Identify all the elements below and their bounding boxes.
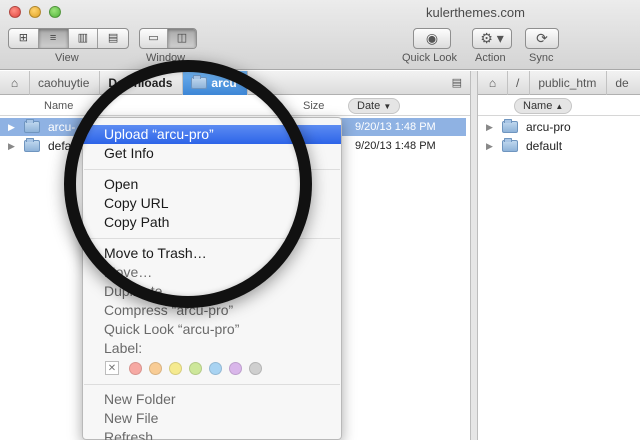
path-menu-icon[interactable]: ▤ — [452, 76, 462, 89]
file-row[interactable]: ▶ default — [478, 137, 640, 155]
list-icon: ≡ — [49, 32, 57, 44]
menu-separator — [84, 384, 340, 385]
menu-item-new-file[interactable]: New File — [83, 409, 341, 428]
label-color-picker: ✕ — [105, 361, 269, 375]
list-view-button[interactable]: ≡ — [38, 29, 69, 48]
minimize-window-button[interactable] — [29, 6, 41, 18]
menu-separator — [84, 238, 340, 239]
coverflow-icon: ▤ — [107, 32, 119, 44]
sort-desc-icon: ▼ — [383, 101, 392, 111]
path-crumb-de[interactable]: de — [607, 71, 638, 95]
folder-icon — [24, 119, 40, 133]
columns-icon: ▥ — [77, 32, 89, 44]
folder-icon — [191, 74, 208, 89]
file-name: default — [526, 139, 563, 153]
gear-icon: ⚙ ▾ — [480, 30, 504, 46]
icon-grid-icon: ⊞ — [18, 32, 28, 44]
column-size[interactable]: Size — [303, 100, 324, 112]
action-button[interactable]: ⚙ ▾ — [472, 28, 512, 49]
window-title: kulerthemes.com — [426, 5, 525, 20]
column-name[interactable]: Name — [44, 100, 73, 112]
file-date: 9/20/13 1:48 PM — [355, 140, 436, 152]
left-column-header: Name Size Date ▼ — [0, 96, 470, 116]
label-blue-swatch[interactable] — [209, 361, 222, 375]
disclosure-triangle-icon[interactable]: ▶ — [486, 141, 496, 152]
folder-icon — [502, 119, 518, 133]
menu-label-heading: Label: — [104, 340, 143, 356]
column-date-label: Date — [357, 100, 381, 112]
menu-item-copy-path[interactable]: Copy Path — [83, 213, 341, 232]
single-pane-button[interactable]: ▭ — [140, 29, 168, 48]
window-mode-control[interactable]: ▭ ◫ — [139, 28, 197, 49]
window-label: Window — [146, 52, 186, 64]
label-green-swatch[interactable] — [189, 361, 202, 375]
dual-pane-button[interactable]: ◫ — [168, 29, 196, 48]
sort-asc-icon: ▲ — [555, 101, 564, 111]
eye-icon: ◉ — [425, 30, 439, 46]
disclosure-triangle-icon[interactable]: ▶ — [486, 122, 496, 133]
column-view-button[interactable]: ▥ — [69, 29, 99, 48]
home-icon[interactable]: ⌂ — [478, 70, 508, 95]
label-orange-swatch[interactable] — [149, 361, 162, 375]
label-yellow-swatch[interactable] — [169, 361, 182, 375]
menu-item-compress[interactable]: Compress “arcu-pro” — [83, 301, 341, 320]
icon-view-button[interactable]: ⊞ — [9, 29, 39, 48]
sync-button[interactable]: ⟳ — [525, 28, 559, 49]
view-mode-control[interactable]: ⊞ ≡ ▥ ▤ — [8, 28, 129, 49]
menu-separator — [84, 169, 340, 170]
menu-item-upload[interactable]: Upload “arcu-pro” — [83, 125, 341, 144]
file-name: default — [48, 139, 85, 153]
pane-divider[interactable] — [470, 71, 478, 440]
column-date[interactable]: Date ▼ — [348, 98, 401, 114]
menu-item-open[interactable]: Open — [83, 175, 341, 194]
disclosure-triangle-icon[interactable]: ▶ — [8, 122, 18, 133]
action-label: Action — [475, 52, 506, 64]
quick-look-button[interactable]: ◉ — [413, 28, 451, 49]
file-date: 9/20/13 1:48 PM — [355, 121, 436, 133]
coverflow-view-button[interactable]: ▤ — [98, 29, 128, 48]
menu-item-duplicate[interactable]: Duplicate — [83, 282, 341, 301]
zoom-window-button[interactable] — [49, 6, 61, 18]
menu-item-move-to-trash[interactable]: Move to Trash… — [83, 244, 341, 263]
right-path-bar: ⌂ / public_htm de — [478, 70, 640, 95]
sync-icon: ⟳ — [536, 30, 548, 46]
dual-pane-icon: ◫ — [176, 32, 188, 44]
context-menu: Upload “arcu-pro” Get Info Open Copy URL… — [82, 117, 342, 440]
file-name: arcu- — [48, 120, 76, 134]
menu-item-move[interactable]: Move… — [83, 263, 341, 282]
sync-label: Sync — [529, 52, 554, 64]
path-crumb-public-html[interactable]: public_htm — [530, 70, 608, 95]
close-window-button[interactable] — [9, 6, 21, 18]
path-crumb-current[interactable]: arcu — [183, 70, 248, 95]
path-crumb-user[interactable]: caohuytie — [30, 70, 101, 95]
quick-look-label: Quick Look — [402, 52, 458, 64]
label-purple-swatch[interactable] — [229, 361, 242, 375]
column-name-label: Name — [523, 100, 553, 112]
menu-item-new-folder[interactable]: New Folder — [83, 390, 341, 409]
label-red-swatch[interactable] — [129, 361, 142, 375]
path-crumb-root[interactable]: / — [508, 70, 531, 95]
folder-icon — [24, 138, 40, 152]
clear-label-icon[interactable]: ✕ — [105, 361, 119, 375]
disclosure-triangle-icon[interactable]: ▶ — [8, 141, 18, 152]
left-path-bar: ⌂ caohuytie Downloads arcu ▤ — [0, 70, 470, 95]
view-label: View — [55, 52, 79, 64]
right-column-header: Name ▲ — [478, 96, 640, 116]
menu-item-copy-url[interactable]: Copy URL — [83, 194, 341, 213]
menu-item-refresh[interactable]: Refresh — [83, 428, 341, 440]
label-gray-swatch[interactable] — [249, 361, 262, 375]
single-pane-icon: ▭ — [148, 32, 159, 44]
file-row[interactable]: ▶ arcu-pro — [478, 118, 640, 136]
path-crumb-current-label: arcu — [211, 75, 237, 90]
menu-item-quick-look[interactable]: Quick Look “arcu-pro” — [83, 320, 341, 339]
file-name: arcu-pro — [526, 120, 571, 134]
path-crumb-downloads[interactable]: Downloads — [100, 70, 184, 95]
column-name[interactable]: Name ▲ — [514, 98, 573, 114]
menu-item-get-info[interactable]: Get Info — [83, 144, 341, 163]
title-bar: kulerthemes.com ⊞ ≡ ▥ ▤ View ▭ ◫ Window … — [0, 0, 640, 70]
folder-icon — [502, 138, 518, 152]
home-icon[interactable]: ⌂ — [0, 70, 30, 95]
